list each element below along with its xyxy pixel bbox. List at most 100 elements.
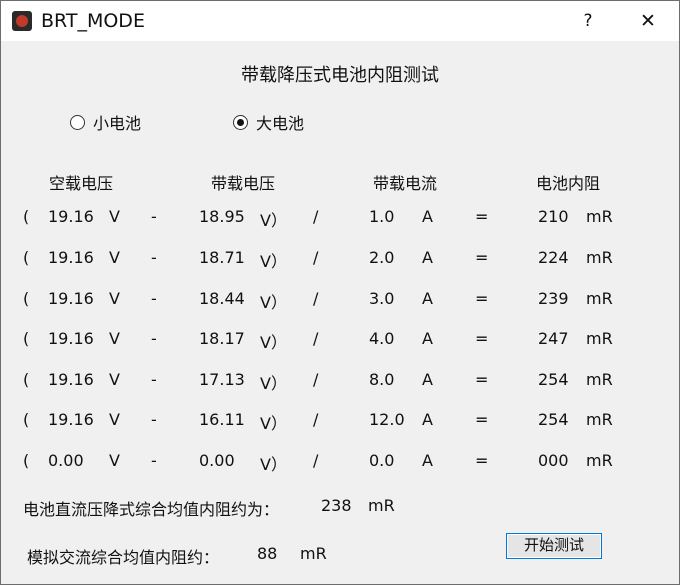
column-header-load-current: 带载电流 — [373, 174, 438, 193]
minus-sign: - — [151, 451, 157, 470]
divide-sign: / — [313, 370, 319, 389]
resistance-value: 239 — [538, 289, 569, 308]
equals-sign: = — [475, 248, 489, 267]
minus-sign: - — [151, 370, 157, 389]
resistance-unit: mR — [586, 248, 613, 267]
window-title: BRT_MODE — [41, 10, 145, 32]
column-header-internal-resistance: 电池内阻 — [536, 174, 601, 193]
equals-sign: = — [475, 207, 489, 226]
open-paren: ( — [23, 370, 30, 389]
load-voltage-unit: V） — [260, 293, 287, 312]
dialog-window: BRT_MODE ? ✕ 带载降压式电池内阻测试 小电池 大电池 空载电压 带载… — [0, 0, 680, 585]
divide-sign: / — [313, 248, 319, 267]
load-voltage-unit: V） — [260, 374, 287, 393]
title-bar[interactable]: BRT_MODE ? ✕ — [1, 1, 679, 41]
open-voltage-value: 19.16 — [48, 329, 94, 348]
current-unit: A — [422, 410, 433, 429]
dc-result-unit: mR — [368, 496, 395, 515]
load-current-value: 1.0 — [369, 207, 395, 226]
load-voltage-unit: V） — [260, 333, 287, 352]
current-unit: A — [422, 289, 433, 308]
divide-sign: / — [313, 289, 319, 308]
current-unit: A — [422, 207, 433, 226]
resistance-value: 224 — [538, 248, 569, 267]
open-voltage-unit: V — [109, 410, 120, 429]
load-voltage-unit: V） — [260, 455, 287, 474]
radio-label: 大电池 — [256, 114, 305, 133]
open-voltage-value: 19.16 — [48, 410, 94, 429]
divide-sign: / — [313, 329, 319, 348]
load-voltage-value: 16.11 — [199, 410, 245, 429]
resistance-value: 254 — [538, 410, 569, 429]
load-voltage-unit: V） — [260, 414, 287, 433]
column-header-load-voltage: 带载电压 — [211, 174, 276, 193]
load-voltage-unit: V） — [260, 211, 287, 230]
current-unit: A — [422, 370, 433, 389]
equals-sign: = — [475, 451, 489, 470]
current-unit: A — [422, 248, 433, 267]
divide-sign: / — [313, 451, 319, 470]
radio-large-battery[interactable]: 大电池 — [233, 112, 305, 133]
open-voltage-unit: V — [109, 370, 120, 389]
open-voltage-unit: V — [109, 207, 120, 226]
open-paren: ( — [23, 207, 30, 226]
load-voltage-unit: V） — [260, 252, 287, 271]
open-voltage-unit: V — [109, 289, 120, 308]
divide-sign: / — [313, 207, 319, 226]
table-row: (19.16 V - 18.44 V） / 3.0 A = 239 mR — [1, 289, 679, 313]
open-voltage-unit: V — [109, 329, 120, 348]
radio-label: 小电池 — [93, 114, 142, 133]
resistance-unit: mR — [586, 207, 613, 226]
start-test-button[interactable]: 开始测试 — [506, 533, 602, 559]
resistance-unit: mR — [586, 410, 613, 429]
resistance-unit: mR — [586, 451, 613, 470]
resistance-value: 000 — [538, 451, 569, 470]
help-button[interactable]: ? — [573, 7, 603, 35]
open-paren: ( — [23, 289, 30, 308]
minus-sign: - — [151, 329, 157, 348]
load-current-value: 0.0 — [369, 451, 395, 470]
load-voltage-value: 18.44 — [199, 289, 245, 308]
load-current-value: 4.0 — [369, 329, 395, 348]
open-paren: ( — [23, 451, 30, 470]
current-unit: A — [422, 451, 433, 470]
page-title: 带载降压式电池内阻测试 — [241, 65, 439, 86]
equals-sign: = — [475, 370, 489, 389]
ac-result-value: 88 — [257, 544, 278, 563]
app-icon — [12, 11, 32, 31]
ac-result-label: 模拟交流综合均值内阻约： — [27, 548, 220, 567]
load-current-value: 2.0 — [369, 248, 395, 267]
divide-sign: / — [313, 410, 319, 429]
minus-sign: - — [151, 289, 157, 308]
table-row: (19.16 V - 18.17 V） / 4.0 A = 247 mR — [1, 329, 679, 353]
dc-result-value: 238 — [321, 496, 352, 515]
minus-sign: - — [151, 207, 157, 226]
resistance-unit: mR — [586, 329, 613, 348]
open-voltage-value: 19.16 — [48, 207, 94, 226]
open-paren: ( — [23, 329, 30, 348]
equals-sign: = — [475, 410, 489, 429]
radio-circle-icon[interactable] — [233, 114, 248, 130]
load-voltage-value: 18.17 — [199, 329, 245, 348]
open-voltage-value: 19.16 — [48, 248, 94, 267]
equals-sign: = — [475, 289, 489, 308]
resistance-unit: mR — [586, 370, 613, 389]
table-row: (19.16 V - 18.95 V） / 1.0 A = 210 mR — [1, 207, 679, 231]
ac-result-unit: mR — [300, 544, 327, 563]
minus-sign: - — [151, 410, 157, 429]
current-unit: A — [422, 329, 433, 348]
resistance-unit: mR — [586, 289, 613, 308]
open-voltage-unit: V — [109, 248, 120, 267]
minus-sign: - — [151, 248, 157, 267]
close-button[interactable]: ✕ — [633, 7, 663, 35]
open-voltage-value: 0.00 — [48, 451, 84, 470]
radio-circle-icon[interactable] — [70, 114, 85, 130]
dc-result-label: 电池直流压降式综合均值内阻约为： — [23, 500, 280, 519]
load-voltage-value: 17.13 — [199, 370, 245, 389]
load-voltage-value: 18.71 — [199, 248, 245, 267]
load-current-value: 12.0 — [369, 410, 405, 429]
radio-small-battery[interactable]: 小电池 — [70, 112, 142, 133]
resistance-value: 254 — [538, 370, 569, 389]
table-row: (19.16 V - 16.11 V） / 12.0 A = 254 mR — [1, 410, 679, 434]
column-header-open-voltage: 空载电压 — [49, 174, 114, 193]
